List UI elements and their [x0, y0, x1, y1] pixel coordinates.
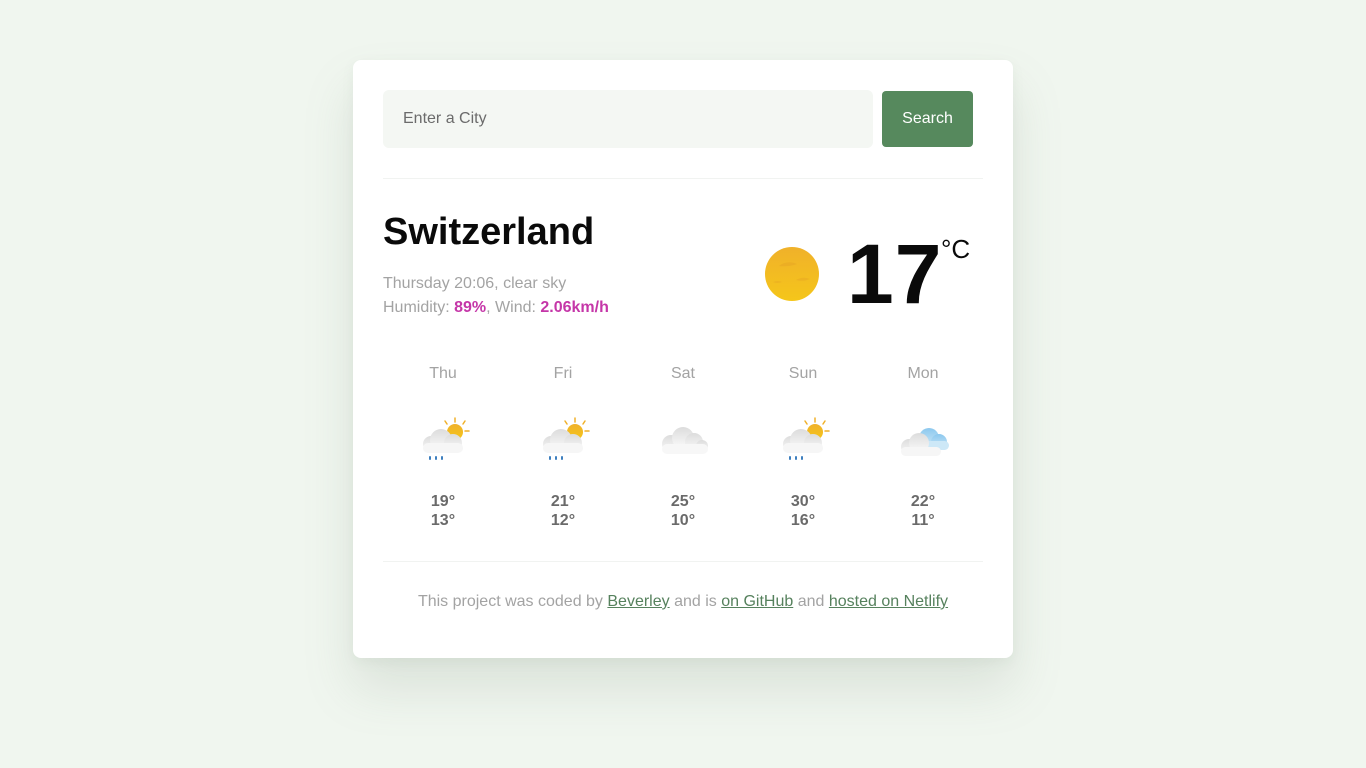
footer-text: and — [793, 593, 829, 610]
city-name: Switzerland — [383, 211, 595, 253]
author-link[interactable]: Beverley — [607, 593, 669, 610]
top-divider — [383, 178, 983, 179]
forecast-day: Fri 21° 12° — [503, 362, 623, 542]
github-link[interactable]: on GitHub — [721, 593, 793, 610]
humidity-wind-line: Humidity: 89%, Wind: 2.06km/h — [383, 296, 609, 320]
forecast-max-temp: 19° — [430, 493, 456, 510]
footer-text: This project was coded by — [417, 593, 608, 610]
search-form: Search — [383, 90, 973, 148]
humidity-value: 89% — [454, 299, 487, 316]
forecast-day-name: Sat — [670, 365, 695, 382]
forecast-day: Mon 22° 11° — [863, 362, 983, 542]
forecast-day-name: Thu — [429, 365, 457, 382]
sun-cloud-rain-icon — [423, 417, 470, 460]
forecast-day-name: Fri — [553, 365, 573, 382]
forecast-min-temp: 13° — [430, 512, 456, 529]
forecast-min-temp: 10° — [670, 512, 696, 529]
forecast-day-name: Sun — [788, 365, 818, 382]
forecast-row: Thu 19° 13° Fri 21° 12° Sat 25° 10° Sun … — [383, 362, 983, 542]
current-details: Thursday 20:06, clear sky Humidity: 89%,… — [383, 272, 609, 320]
forecast-day: Thu 19° 13° — [383, 362, 503, 542]
forecast-max-temp: 25° — [670, 493, 696, 510]
sun-cloud-rain-icon — [543, 417, 590, 460]
wind-label: , Wind: — [486, 299, 541, 316]
forecast-max-temp: 30° — [790, 493, 816, 510]
forecast-min-temp: 11° — [911, 512, 935, 529]
forecast-max-temp: 21° — [550, 493, 576, 510]
wind-value: 2.06km/h — [540, 299, 609, 316]
humidity-label: Humidity: — [383, 299, 455, 316]
sun-cloud-rain-icon — [783, 417, 830, 460]
footer-text: and is — [669, 593, 722, 610]
forecast-day: Sat 25° 10° — [623, 362, 743, 542]
forecast-day: Sun 30° 16° — [743, 362, 863, 542]
forecast-max-temp: 22° — [910, 493, 936, 510]
clouds-icon — [901, 428, 949, 456]
forecast-min-temp: 12° — [550, 512, 576, 529]
temperature-unit[interactable]: °C — [941, 234, 970, 264]
search-button[interactable]: Search — [882, 91, 973, 147]
clear-sky-sun-icon — [765, 247, 819, 301]
forecast-day-name: Mon — [907, 365, 939, 382]
city-search-input[interactable] — [383, 90, 873, 148]
cloud-icon — [662, 427, 708, 454]
current-temperature: 17 — [847, 227, 943, 321]
weather-card: Search Switzerland Thursday 20:06, clear… — [353, 60, 1013, 658]
date-description: Thursday 20:06, clear sky — [383, 275, 567, 292]
forecast-min-temp: 16° — [790, 512, 816, 529]
netlify-link[interactable]: hosted on Netlify — [829, 593, 948, 610]
footer-credits: This project was coded by Beverley and i… — [353, 590, 1013, 614]
bottom-divider — [383, 561, 983, 562]
